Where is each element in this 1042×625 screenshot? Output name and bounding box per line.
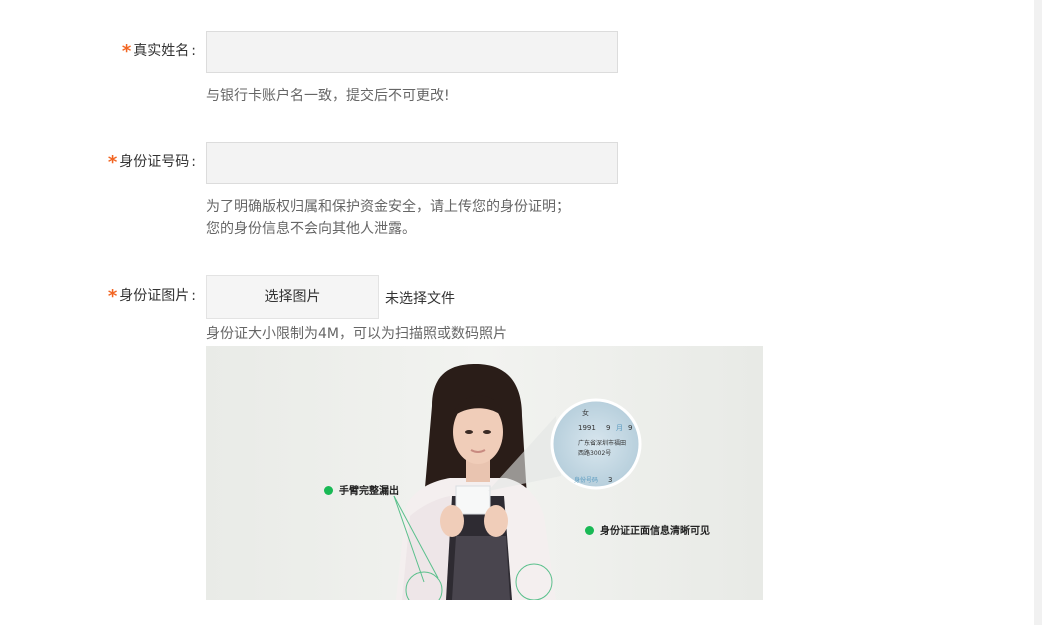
callout-arms: 手臂完整漏出 xyxy=(324,482,399,497)
card-id-label: 身份号码 xyxy=(574,476,598,484)
card-day: 9 xyxy=(628,424,632,432)
name-hint: 与银行卡账户名一致，提交后不可更改! xyxy=(206,88,450,104)
real-name-input[interactable] xyxy=(206,31,618,73)
card-gender: 女 xyxy=(582,408,589,417)
card-address-line1: 广东省深圳市福田 xyxy=(578,439,626,447)
card-year: 1991 xyxy=(578,424,596,432)
id-image-label-row: * 身份证图片: xyxy=(108,285,196,307)
page-scrollbar[interactable] xyxy=(1034,0,1042,625)
id-number-hint-line2: 您的身份信息不会向其他人泄露。 xyxy=(206,221,416,237)
green-dot-icon xyxy=(585,526,594,535)
id-number-hint-line1: 为了明确版权归属和保护资金安全，请上传您的身份证明； xyxy=(206,199,570,215)
callout-arms-text: 手臂完整漏出 xyxy=(339,486,399,497)
label-colon: : xyxy=(191,43,196,59)
id-image-hint: 身份证大小限制为4M，可以为扫描照或数码照片 xyxy=(206,326,507,342)
id-number-label: 身份证号码 xyxy=(119,154,190,170)
card-address-line2: 西路3002号 xyxy=(578,449,611,457)
required-star: * xyxy=(107,286,118,307)
label-colon: : xyxy=(191,154,196,170)
required-star: * xyxy=(107,152,118,173)
label-colon: : xyxy=(191,288,196,304)
callout-front: 身份证正面信息清晰可见 xyxy=(585,522,710,537)
required-star: * xyxy=(121,41,132,62)
file-status-text: 未选择文件 xyxy=(385,291,455,307)
card-month-unit: 月 xyxy=(616,424,623,432)
card-month-num: 9 xyxy=(606,424,610,432)
name-label: 真实姓名 xyxy=(133,43,190,59)
id-verification-form-page: * 真实姓名: 与银行卡账户名一致，提交后不可更改! * 身份证号码: 为了明确版权… xyxy=(0,0,1042,625)
green-dot-icon xyxy=(324,486,333,495)
id-number-input[interactable] xyxy=(206,142,618,184)
name-label-row: * 真实姓名: xyxy=(122,40,196,62)
id-photo-example-image: 女 1991 9 月 9 广东省深圳市福田 西路3002号 身份号码 3 手臂完… xyxy=(206,346,763,600)
callout-front-text: 身份证正面信息清晰可见 xyxy=(600,526,710,537)
id-image-label: 身份证图片 xyxy=(119,288,190,304)
card-id-partial: 3 xyxy=(608,476,612,484)
id-number-label-row: * 身份证号码: xyxy=(108,151,196,173)
example-illustration: 女 1991 9 月 9 广东省深圳市福田 西路3002号 身份号码 3 xyxy=(206,346,763,600)
choose-image-button[interactable]: 选择图片 xyxy=(206,275,379,319)
